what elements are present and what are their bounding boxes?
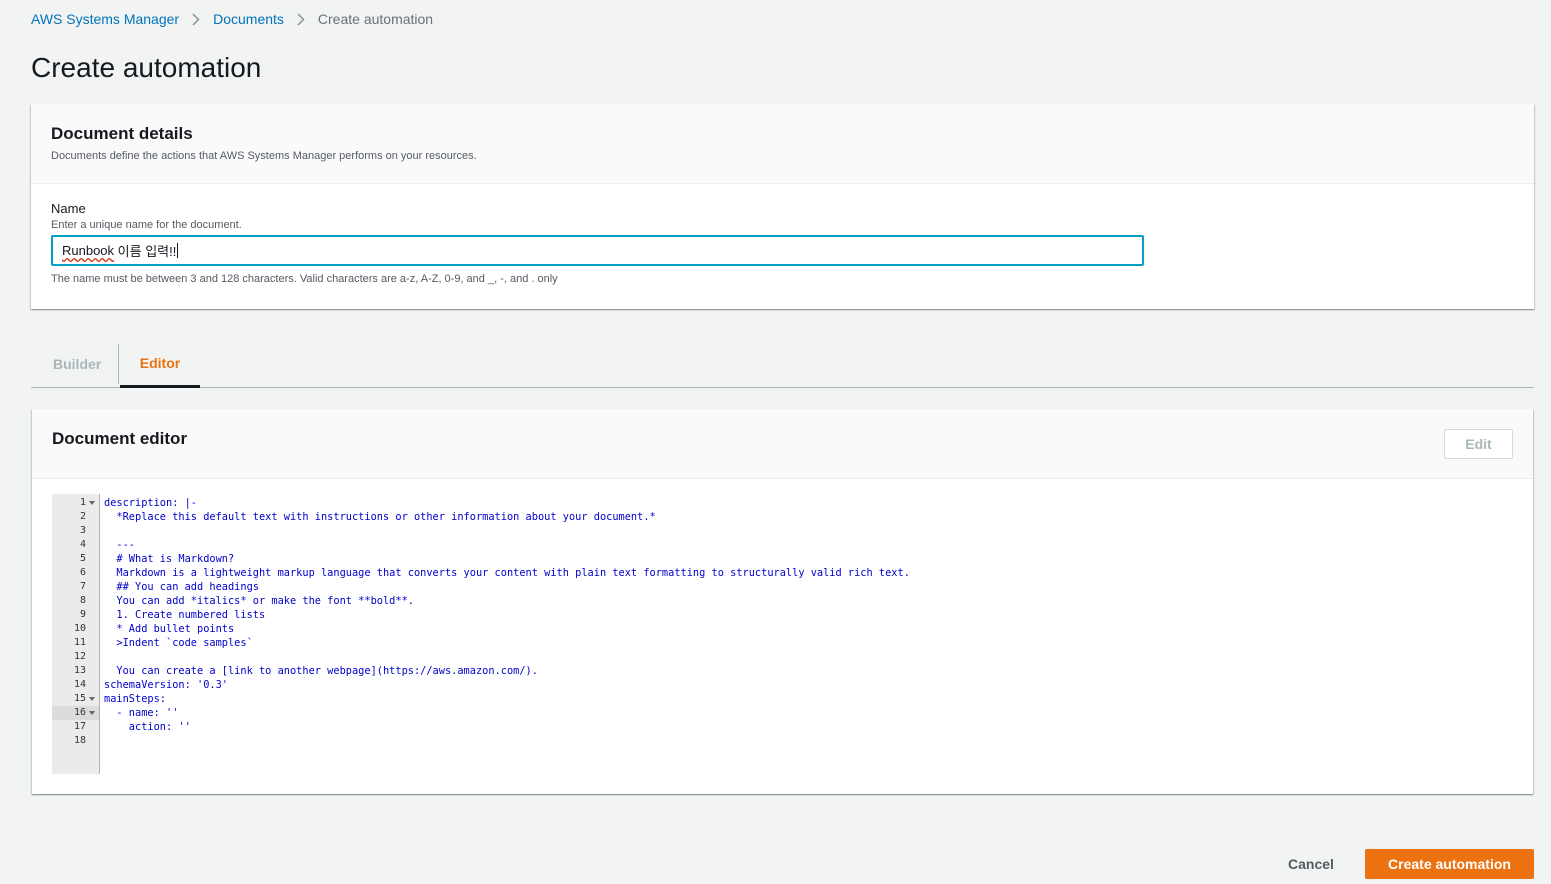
code-line: Markdown is a lightweight markup languag…	[104, 567, 910, 579]
breadcrumb: AWS Systems Manager Documents Create aut…	[31, 11, 433, 27]
tab-editor[interactable]: Editor	[120, 340, 200, 388]
line-number: 4	[79, 539, 86, 550]
create-automation-button[interactable]: Create automation	[1365, 849, 1534, 879]
code-line: - name: ''	[104, 707, 179, 719]
document-details-description: Documents define the actions that AWS Sy…	[51, 150, 477, 162]
name-input[interactable]: Runbook 이름 입력!!	[51, 235, 1144, 266]
text-caret	[177, 243, 179, 258]
line-number: 10	[73, 623, 86, 634]
line-number: 17	[73, 721, 86, 732]
code-line: ## You can add headings	[104, 581, 259, 593]
breadcrumb-link-documents[interactable]: Documents	[213, 11, 284, 27]
document-editor-panel: Document editor Edit 1 2 3 4 5 6 7 8 9 10 11 12 13 14…	[32, 409, 1533, 794]
line-number: 7	[79, 581, 86, 592]
name-label: Name	[51, 201, 86, 216]
name-description: Enter a unique name for the document.	[51, 219, 242, 231]
line-number-gutter: 1 2 3 4 5 6 7 8 9 10 11 12 13 14 15 16 17 18	[52, 494, 100, 774]
code-line: # What is Markdown?	[104, 553, 235, 565]
line-number: 15	[52, 692, 99, 706]
line-number: 5	[79, 553, 86, 564]
document-details-panel: Document details Documents define the ac…	[31, 104, 1534, 309]
name-constraint: The name must be between 3 and 128 chara…	[51, 273, 558, 285]
line-number: 13	[73, 665, 86, 676]
code-line: * Add bullet points	[104, 623, 235, 635]
code-line: mainSteps:	[104, 693, 166, 705]
code-editor[interactable]: 1 2 3 4 5 6 7 8 9 10 11 12 13 14 15 16 17 18 description:…	[52, 494, 1512, 774]
cancel-button[interactable]: Cancel	[1280, 849, 1342, 879]
document-editor-title: Document editor	[52, 429, 188, 448]
document-editor-header: Document editor Edit	[32, 409, 1533, 479]
line-number: 3	[79, 525, 86, 536]
line-number: 16	[52, 706, 99, 720]
edit-button[interactable]: Edit	[1444, 429, 1513, 459]
line-number: 2	[79, 511, 86, 522]
line-number: 18	[73, 735, 86, 746]
line-number: 11	[73, 637, 86, 648]
name-input-value-rest: 이름 입력!!	[114, 244, 177, 259]
page-title: Create automation	[31, 52, 262, 83]
chevron-right-icon	[297, 12, 305, 26]
code-line: You can add *italics* or make the font *…	[104, 595, 414, 607]
code-line: action: ''	[104, 721, 191, 733]
line-number: 8	[79, 595, 86, 606]
tab-builder[interactable]: Builder	[53, 340, 101, 388]
code-line: description: |-	[104, 497, 197, 509]
line-number: 9	[79, 609, 86, 620]
name-field-group: Name Enter a unique name for the documen…	[31, 184, 1534, 285]
code-line: You can create a [link to another webpag…	[104, 665, 538, 677]
code-line: ---	[104, 539, 135, 551]
code-line: schemaVersion: '0.3'	[104, 679, 228, 691]
line-number: 6	[79, 567, 86, 578]
document-details-title: Document details	[51, 124, 193, 143]
line-number: 14	[73, 679, 86, 690]
line-number: 1	[52, 496, 99, 510]
breadcrumb-current: Create automation	[317, 11, 434, 27]
line-number: 12	[73, 651, 86, 662]
code-line: 1. Create numbered lists	[104, 609, 266, 621]
name-input-value-word: Runbook	[62, 243, 115, 258]
code-line: *Replace this default text with instruct…	[104, 511, 656, 523]
breadcrumb-link-systems-manager[interactable]: AWS Systems Manager	[31, 11, 179, 27]
code-content[interactable]: description: |- *Replace this default te…	[100, 494, 1512, 774]
tab-divider	[118, 344, 119, 384]
tab-bar: Builder Editor	[31, 340, 1534, 388]
chevron-right-icon	[192, 12, 200, 26]
code-line: >Indent `code samples`	[104, 637, 253, 649]
document-details-header: Document details Documents define the ac…	[31, 104, 1534, 184]
